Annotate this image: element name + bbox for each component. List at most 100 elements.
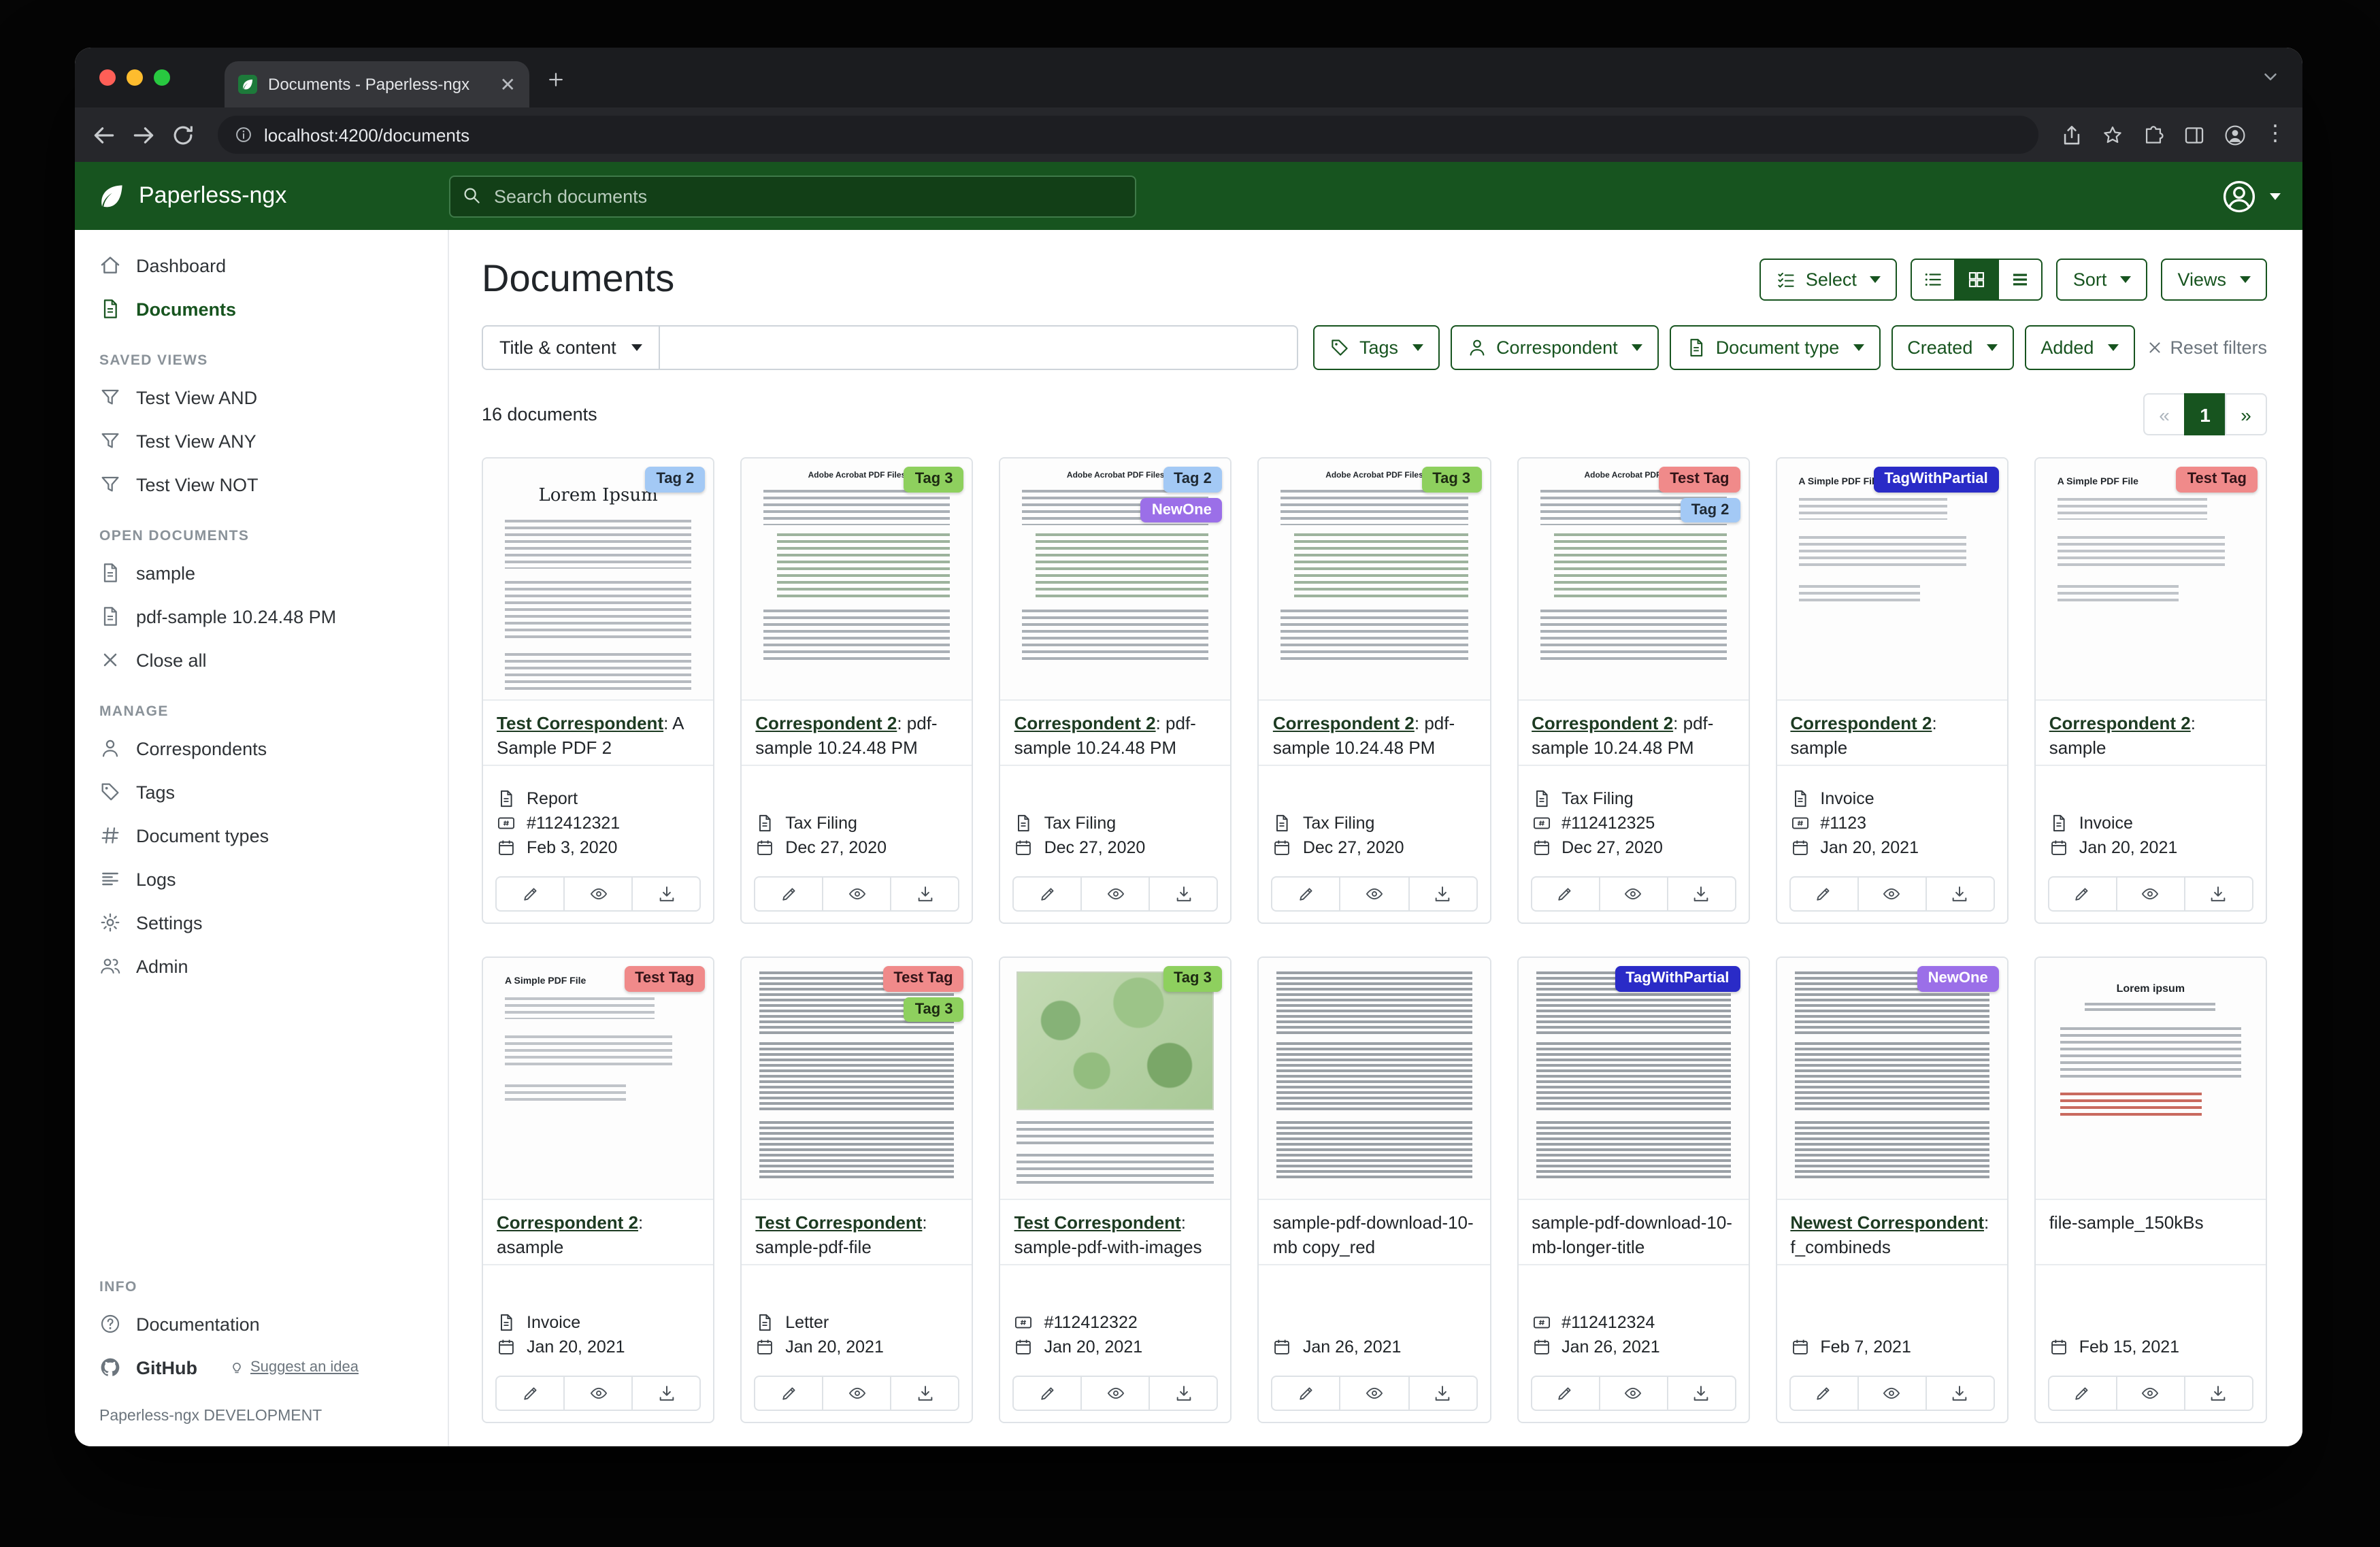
tag-badge[interactable]: Tag 3 (1421, 467, 1481, 492)
view-document-button[interactable] (1857, 1376, 1927, 1411)
document-thumbnail[interactable]: Adobe Acrobat PDF Files Tag 2NewOne (1001, 459, 1231, 701)
address-bar[interactable]: localhost:4200/documents (218, 116, 2038, 154)
view-document-button[interactable] (822, 876, 891, 912)
new-tab-button[interactable] (546, 69, 566, 97)
browser-menu-icon[interactable]: ⋮ (2264, 124, 2286, 146)
edit-document-button[interactable] (1789, 876, 1858, 912)
document-correspondent[interactable]: Correspondent 2 (1014, 713, 1156, 733)
sidebar-item-test-view-and[interactable]: Test View AND (75, 376, 448, 419)
document-correspondent[interactable]: Correspondent 2 (755, 713, 897, 733)
download-document-button[interactable] (631, 876, 701, 912)
tag-badge[interactable]: NewOne (1141, 497, 1223, 522)
close-window-button[interactable] (99, 69, 116, 86)
document-title-link[interactable]: Correspondent 2: asample (497, 1212, 643, 1257)
reset-filters-link[interactable]: Reset filters (2145, 337, 2267, 358)
tag-badge[interactable]: Tag 2 (645, 467, 705, 492)
view-document-button[interactable] (1340, 876, 1409, 912)
document-thumbnail[interactable] (1259, 958, 1489, 1200)
document-title-link[interactable]: file-sample_150kBs (2049, 1212, 2204, 1233)
tags-filter-button[interactable]: Tags (1313, 325, 1439, 370)
sidebar-item-github[interactable]: GitHub Suggest an idea (75, 1346, 448, 1389)
document-thumbnail[interactable]: Adobe Acrobat PDF Files Tag 3 (742, 459, 972, 701)
view-document-button[interactable] (1081, 876, 1151, 912)
view-document-button[interactable] (822, 1376, 891, 1411)
tag-badge[interactable]: Tag 2 (1163, 467, 1223, 492)
sidebar-item-dashboard[interactable]: Dashboard (75, 244, 448, 287)
document-correspondent[interactable]: Correspondent 2 (1273, 713, 1415, 733)
view-document-button[interactable] (1598, 876, 1668, 912)
sort-button[interactable]: Sort (2057, 258, 2148, 300)
suggest-idea-link[interactable]: Suggest an idea (229, 1359, 359, 1376)
tag-badge[interactable]: Tag 3 (904, 997, 964, 1022)
view-document-button[interactable] (563, 876, 633, 912)
tag-badge[interactable]: Tag 3 (904, 467, 964, 492)
list-view-button[interactable] (1911, 258, 1956, 300)
correspondent-filter-button[interactable]: Correspondent (1450, 325, 1659, 370)
tag-badge[interactable]: TagWithPartial (1615, 966, 1740, 991)
edit-document-button[interactable] (1013, 876, 1082, 912)
tag-badge[interactable]: Test Tag (624, 966, 705, 991)
download-document-button[interactable] (1666, 1376, 1736, 1411)
document-correspondent[interactable]: Test Correspondent (1014, 1212, 1181, 1233)
sidebar-item-tags[interactable]: Tags (75, 770, 448, 814)
edit-document-button[interactable] (1789, 1376, 1858, 1411)
search-input[interactable] (449, 175, 1136, 217)
created-filter-button[interactable]: Created (1891, 325, 2013, 370)
view-document-button[interactable] (1340, 1376, 1409, 1411)
document-thumbnail[interactable]: A Simple PDF File Test Tag (2036, 459, 2266, 701)
grid-view-button[interactable] (1955, 258, 2000, 300)
download-document-button[interactable] (1408, 876, 1477, 912)
document-thumbnail[interactable]: Adobe Acrobat PDF Files Test TagTag 2 (1518, 459, 1748, 701)
forward-icon[interactable] (131, 122, 156, 148)
zoom-window-button[interactable] (154, 69, 170, 86)
document-title-link[interactable]: Correspondent 2: sample (2049, 713, 2196, 758)
document-correspondent[interactable]: Correspondent 2 (497, 1212, 638, 1233)
document-thumbnail[interactable]: Lorem ipsum (2036, 958, 2266, 1200)
edit-document-button[interactable] (495, 1376, 565, 1411)
next-page-button[interactable]: » (2225, 393, 2267, 435)
download-document-button[interactable] (1408, 1376, 1477, 1411)
sidebar-item-documentation[interactable]: Documentation (75, 1302, 448, 1346)
document-thumbnail[interactable]: NewOne (1776, 958, 2006, 1200)
edit-document-button[interactable] (1530, 1376, 1600, 1411)
download-document-button[interactable] (631, 1376, 701, 1411)
download-document-button[interactable] (2184, 876, 2253, 912)
sidebar-item-correspondents[interactable]: Correspondents (75, 727, 448, 770)
download-document-button[interactable] (2184, 1376, 2253, 1411)
details-view-button[interactable] (1998, 258, 2043, 300)
download-document-button[interactable] (890, 876, 959, 912)
sidebar-item-test-view-not[interactable]: Test View NOT (75, 463, 448, 506)
share-icon[interactable] (2060, 123, 2083, 146)
document-title-link[interactable]: Correspondent 2: sample (1790, 713, 1936, 758)
download-document-button[interactable] (890, 1376, 959, 1411)
edit-document-button[interactable] (1272, 876, 1341, 912)
added-filter-button[interactable]: Added (2024, 325, 2134, 370)
document-thumbnail[interactable]: Lorem Ipsum Tag 2 (483, 459, 713, 701)
view-document-button[interactable] (2116, 1376, 2185, 1411)
download-document-button[interactable] (1666, 876, 1736, 912)
document-title-link[interactable]: sample-pdf-download-10-mb copy_red (1273, 1212, 1474, 1257)
user-menu[interactable] (2221, 178, 2281, 214)
edit-document-button[interactable] (1272, 1376, 1341, 1411)
tag-badge[interactable]: Tag 3 (1163, 966, 1223, 991)
download-document-button[interactable] (1149, 1376, 1219, 1411)
bookmark-star-icon[interactable] (2101, 123, 2124, 146)
sidebar-item-open-doc-sample[interactable]: sample (75, 551, 448, 595)
document-title-link[interactable]: Correspondent 2: pdf-sample 10.24.48 PM (1014, 713, 1196, 758)
browser-tab[interactable]: Documents - Paperless-ngx ✕ (225, 61, 529, 107)
document-thumbnail[interactable]: Test TagTag 3 (742, 958, 972, 1200)
edit-document-button[interactable] (2048, 876, 2117, 912)
views-button[interactable]: Views (2161, 258, 2267, 300)
edit-document-button[interactable] (1530, 876, 1600, 912)
edit-document-button[interactable] (754, 876, 823, 912)
document-title-link[interactable]: Newest Correspondent: f_combineds (1790, 1212, 1989, 1257)
document-title-link[interactable]: Correspondent 2: pdf-sample 10.24.48 PM (1273, 713, 1455, 758)
view-document-button[interactable] (1598, 1376, 1668, 1411)
view-document-button[interactable] (563, 1376, 633, 1411)
tag-badge[interactable]: NewOne (1917, 966, 1999, 991)
view-document-button[interactable] (1081, 1376, 1151, 1411)
sidebar-item-logs[interactable]: Logs (75, 857, 448, 901)
browser-profile-icon[interactable] (2224, 123, 2247, 146)
document-correspondent[interactable]: Test Correspondent (755, 1212, 922, 1233)
document-thumbnail[interactable]: A Simple PDF File TagWithPartial (1776, 459, 2006, 701)
